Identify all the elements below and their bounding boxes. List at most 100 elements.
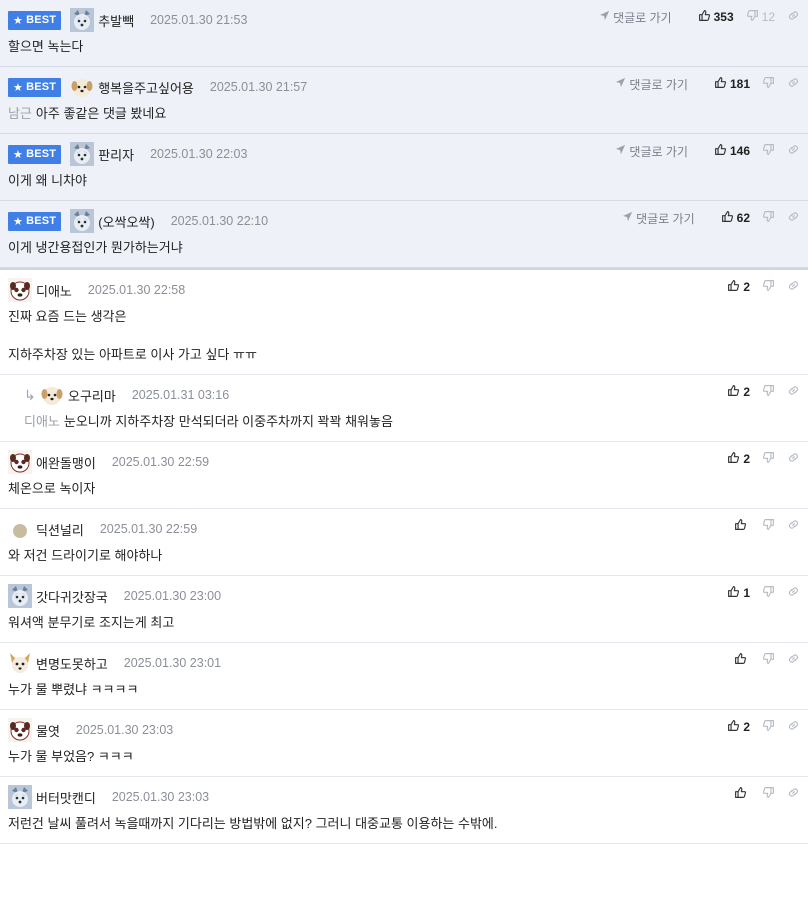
- author-nickname[interactable]: 버터맛캔디: [36, 788, 96, 807]
- share-link-button[interactable]: [787, 518, 800, 534]
- comment-line: 디애노 눈오니까 지하주차장 만석되더라 이중주차까지 꽉꽉 채워놓음: [24, 412, 800, 431]
- upvote-button[interactable]: 2: [727, 451, 750, 467]
- author-nickname[interactable]: 판리자: [98, 145, 134, 164]
- link-icon: [787, 76, 800, 92]
- downvote-button[interactable]: [762, 719, 775, 735]
- thumbs-down-icon: [762, 384, 775, 400]
- comment-actions: [722, 517, 800, 535]
- comment: 애완돌맹이 2025.01.30 22:59 2 체온으로 녹이자: [0, 442, 808, 509]
- share-link-button[interactable]: [787, 384, 800, 400]
- thumbs-up-icon: [727, 585, 740, 601]
- author-nickname[interactable]: 애완돌맹이: [36, 453, 96, 472]
- downvote-button[interactable]: [762, 143, 775, 159]
- upvote-count: 2: [743, 280, 750, 294]
- author-nickname[interactable]: 추발빽: [98, 11, 134, 30]
- thumbs-down-icon: [762, 786, 775, 802]
- link-icon: [787, 786, 800, 802]
- best-comment: ★ BEST 판리자 2025.01.30 22:03 댓글로 가기 146 이게 왜 니차…: [0, 134, 808, 201]
- author-nickname[interactable]: 딕션널리: [36, 520, 84, 539]
- comment-header: 딕션널리 2025.01.30 22:59: [8, 517, 800, 541]
- comment: 버터맛캔디 2025.01.30 23:03 저런건 날씨 풀려서 녹을때까지 기다…: [0, 777, 808, 844]
- goto-comment-link[interactable]: 댓글로 가기: [599, 9, 672, 26]
- comment-actions: [722, 651, 800, 669]
- comment-header: 물엿 2025.01.30 23:03: [8, 718, 800, 742]
- comment-line: [8, 326, 800, 345]
- upvote-button[interactable]: 2: [727, 384, 750, 400]
- share-link-button[interactable]: [787, 210, 800, 226]
- author-nickname[interactable]: 갓다귀갓장국: [36, 587, 108, 606]
- comment-body: 누가 물 부었음? ㅋㅋㅋ: [8, 742, 800, 776]
- downvote-button[interactable]: [762, 585, 775, 601]
- share-link-button[interactable]: [787, 585, 800, 601]
- puppy-avatar: [40, 383, 64, 407]
- downvote-button[interactable]: 12: [746, 9, 775, 25]
- comment-body: 이게 냉간용접인가 뭔가하는거냐: [8, 233, 800, 267]
- link-icon: [787, 279, 800, 295]
- upvote-button[interactable]: [734, 652, 750, 668]
- comment-body: 할으면 녹는다: [8, 32, 800, 66]
- comment-text-content: 누가 물 부었음? ㅋㅋㅋ: [8, 749, 134, 764]
- downvote-count: 12: [761, 10, 775, 24]
- comment-actions: 댓글로 가기 181: [615, 75, 800, 93]
- link-icon: [787, 719, 800, 735]
- comment-text: 할으면 녹는다: [8, 37, 800, 56]
- best-badge: ★ BEST: [8, 211, 62, 231]
- downvote-button[interactable]: [762, 384, 775, 400]
- downvote-button[interactable]: [762, 76, 775, 92]
- comment-actions: 2: [715, 383, 800, 401]
- share-link-button[interactable]: [787, 76, 800, 92]
- upvote-count: 181: [729, 77, 750, 91]
- share-link-button[interactable]: [787, 9, 800, 25]
- upvote-button[interactable]: 2: [727, 719, 750, 735]
- comment-date: 2025.01.30 23:00: [123, 589, 222, 603]
- chihuahua-avatar: [8, 651, 32, 675]
- goto-comment-link[interactable]: 댓글로 가기: [615, 76, 688, 93]
- share-link-button[interactable]: [787, 279, 800, 295]
- comment-text-content: 아주 좋같은 댓글 봤네요: [35, 106, 167, 121]
- husky-avatar: [70, 209, 95, 233]
- comment-line: 워셔액 분무기로 조지는게 최고: [8, 613, 800, 632]
- send-arrow-icon: [622, 211, 633, 225]
- upvote-button[interactable]: 2: [727, 279, 750, 295]
- mention-nickname[interactable]: 디애노: [24, 414, 60, 429]
- author-nickname[interactable]: 오구리마: [68, 386, 116, 405]
- comment-date: 2025.01.30 23:03: [75, 723, 174, 737]
- upvote-button[interactable]: 353: [698, 9, 734, 25]
- comment-text-content: 이게 냉간용접인가 뭔가하는거냐: [8, 240, 183, 255]
- downvote-button[interactable]: [762, 786, 775, 802]
- comment-text-content: 워셔액 분무기로 조지는게 최고: [8, 615, 175, 630]
- downvote-button[interactable]: [762, 451, 775, 467]
- goto-comment-link[interactable]: 댓글로 가기: [615, 143, 688, 160]
- upvote-button[interactable]: 181: [714, 76, 750, 92]
- upvote-button[interactable]: [734, 786, 750, 802]
- downvote-button[interactable]: [762, 652, 775, 668]
- author-nickname[interactable]: 디애노: [36, 281, 72, 300]
- link-icon: [787, 210, 800, 226]
- author-nickname[interactable]: 변명도못하고: [36, 654, 108, 673]
- upvote-button[interactable]: 146: [714, 143, 750, 159]
- goto-comment-link[interactable]: 댓글로 가기: [622, 210, 695, 227]
- mention-nickname[interactable]: 남근: [8, 106, 32, 121]
- best-label: BEST: [26, 215, 57, 227]
- share-link-button[interactable]: [787, 719, 800, 735]
- upvote-button[interactable]: 1: [727, 585, 750, 601]
- downvote-button[interactable]: [762, 518, 775, 534]
- upvote-button[interactable]: [734, 518, 750, 534]
- best-badge: ★ BEST: [8, 77, 62, 97]
- author-nickname[interactable]: (오싹오싹): [98, 212, 155, 231]
- downvote-button[interactable]: [762, 279, 775, 295]
- author-nickname[interactable]: 행복을주고싶어용: [98, 78, 194, 97]
- thumbs-up-icon: [727, 719, 740, 735]
- comment-line: 누가 물 부었음? ㅋㅋㅋ: [8, 747, 800, 766]
- comment-actions: 2: [715, 450, 800, 468]
- share-link-button[interactable]: [787, 143, 800, 159]
- upvote-count: 2: [743, 452, 750, 466]
- downvote-button[interactable]: [762, 210, 775, 226]
- comment-line: 와 저건 드라이기로 해야하나: [8, 546, 800, 565]
- share-link-button[interactable]: [787, 652, 800, 668]
- share-link-button[interactable]: [787, 786, 800, 802]
- share-link-button[interactable]: [787, 451, 800, 467]
- author-nickname[interactable]: 물엿: [36, 721, 60, 740]
- upvote-button[interactable]: 62: [721, 210, 750, 226]
- thumbs-down-icon: [762, 76, 775, 92]
